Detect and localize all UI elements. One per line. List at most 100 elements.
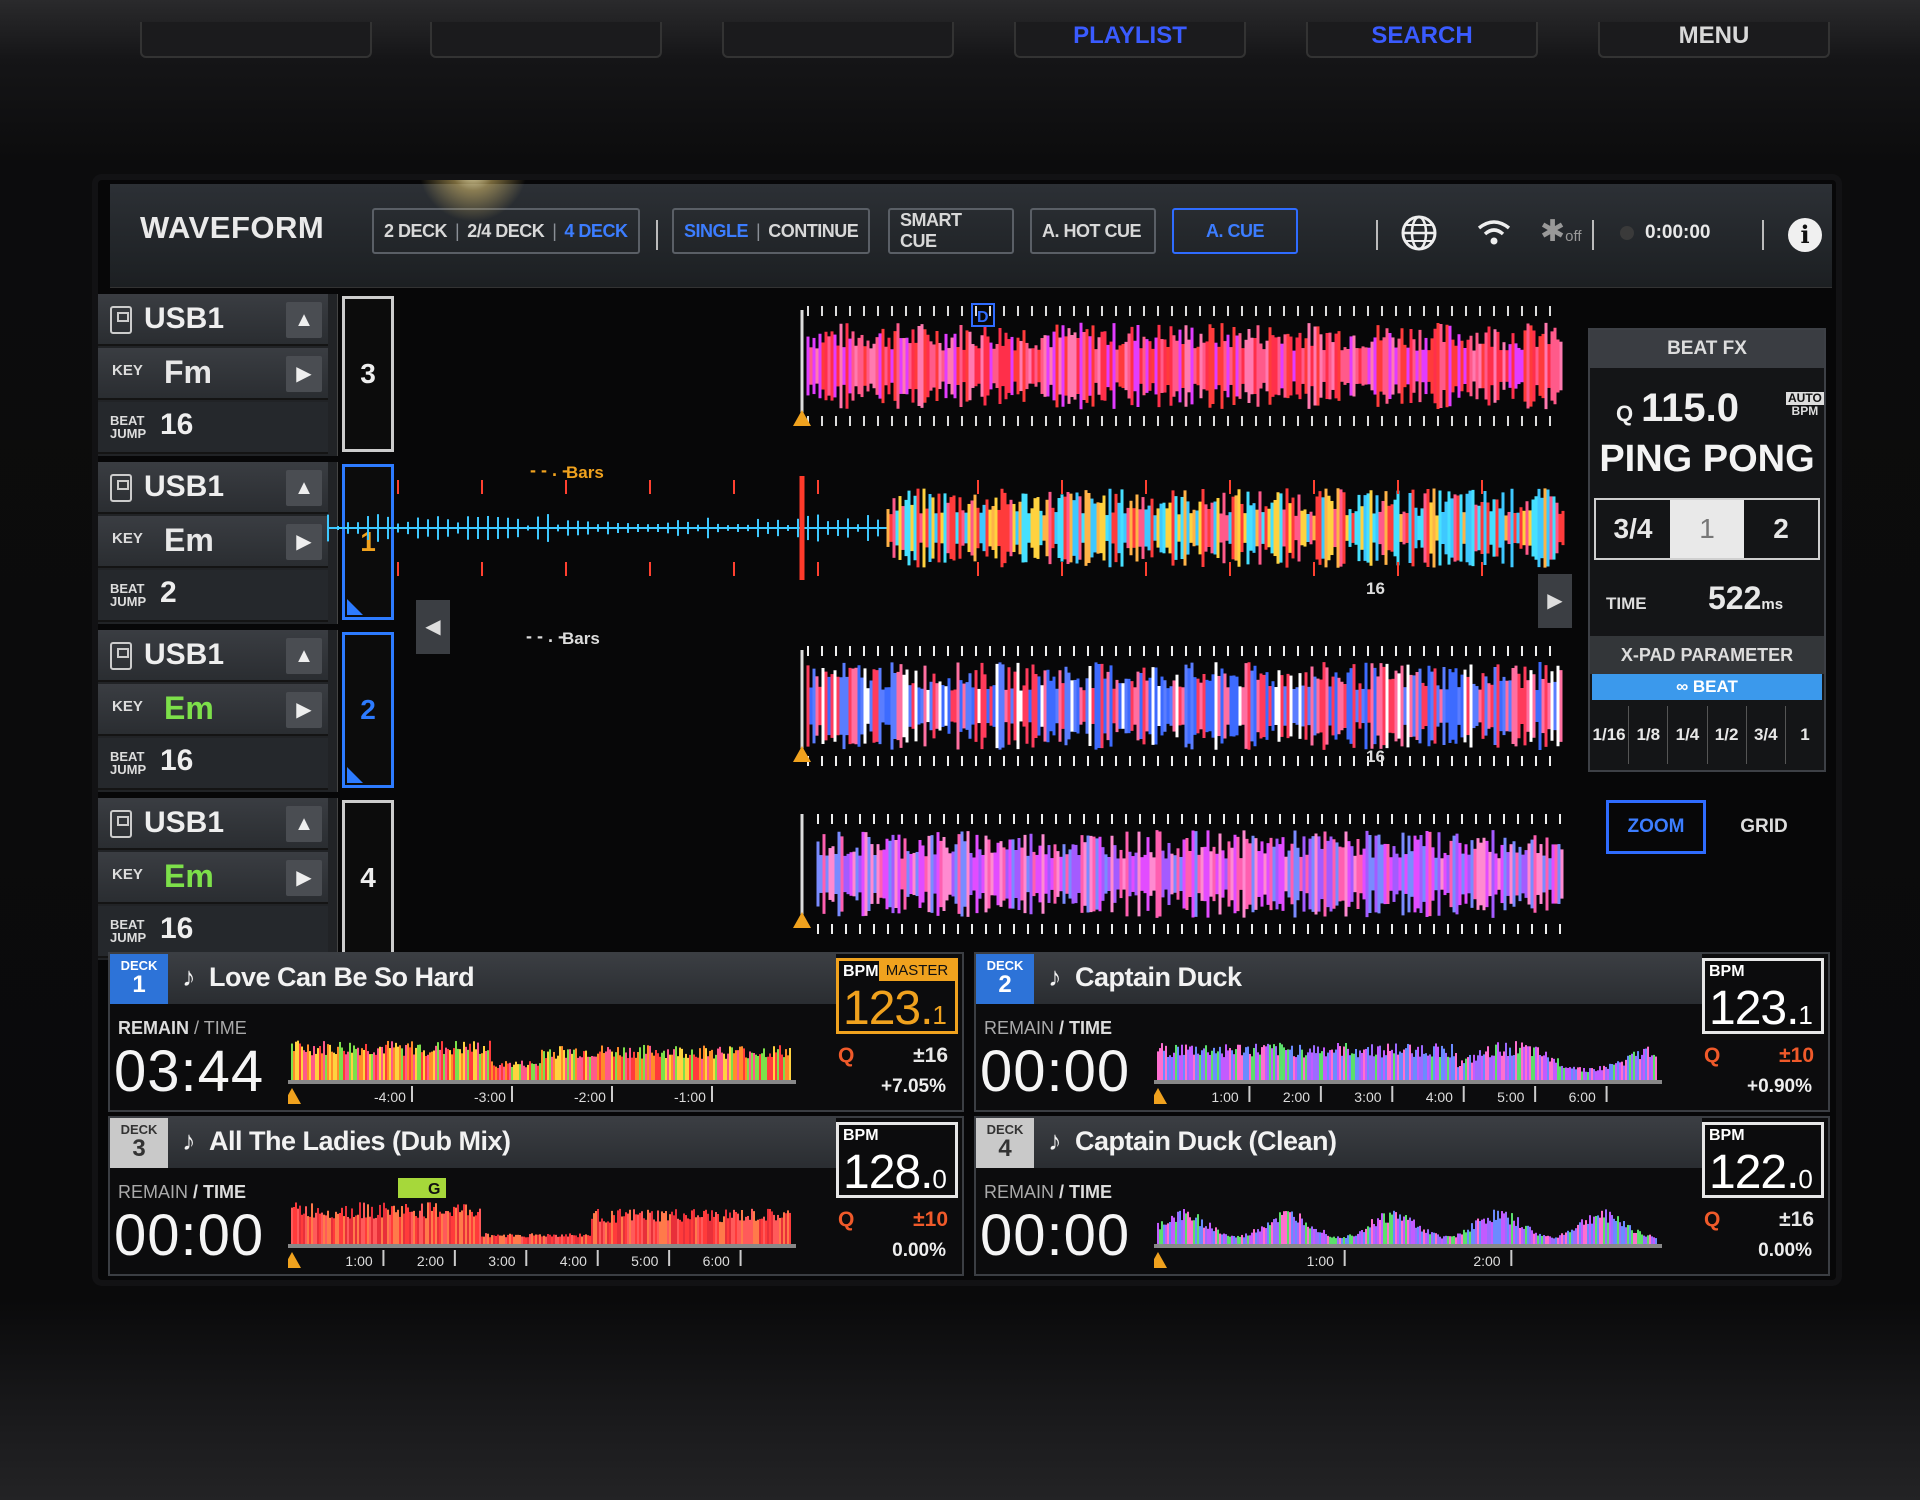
- xpad-quantize-row: 1/16 1/8 1/4 1/2 3/4 1: [1590, 706, 1824, 764]
- grid-button[interactable]: GRID: [1724, 800, 1804, 854]
- waveform-deck-3: [793, 306, 1563, 426]
- waveform-deck-2: [793, 646, 1563, 766]
- time-tick-label: 1:00: [1307, 1253, 1334, 1269]
- quantize-range: Q ±16: [838, 1044, 948, 1067]
- time-readout: 00:00: [980, 1203, 1131, 1268]
- fx-bpm: Q 115.0: [1616, 386, 1740, 430]
- time-tick-label: 6:00: [1569, 1089, 1596, 1105]
- xpad-3-4[interactable]: 3/4: [1747, 706, 1786, 764]
- time-tick-label: 3:00: [1354, 1089, 1381, 1105]
- time-tick-label: 3:00: [488, 1253, 515, 1269]
- time-tick-label: 2:00: [1283, 1089, 1310, 1105]
- quantize-range: Q ±16: [1704, 1208, 1814, 1231]
- bars-label-deck-1-text: Bars: [566, 463, 604, 482]
- bars-label-deck-2-text: Bars: [562, 629, 600, 648]
- time-readout: 00:00: [980, 1039, 1131, 1104]
- overview-waveform[interactable]: 1:00 2:00 3:00 4:00 5:00 6:00: [1154, 1008, 1694, 1108]
- deck-badge: DECK 4: [976, 1118, 1034, 1168]
- time-tick-label: -3:00: [474, 1089, 506, 1105]
- hardware-button-2[interactable]: [430, 22, 662, 58]
- hot-cue-letter: G: [428, 1181, 440, 1198]
- beat-fx-header: BEAT FX: [1590, 330, 1824, 368]
- time-tick-label: -4:00: [374, 1089, 406, 1105]
- cue-point-marker: [288, 1252, 301, 1268]
- overview-waveform[interactable]: -4:00 -3:00 -2:00 -1:00: [288, 1008, 828, 1108]
- zoom-button[interactable]: ZOOM: [1606, 800, 1706, 854]
- xpad-parameter-label: X-PAD PARAMETER: [1590, 636, 1824, 674]
- track-title: ♪ Captain Duck: [1048, 962, 1242, 992]
- deck-info-3[interactable]: DECK 3 ♪ All The Ladies (Dub Mix) REMAIN /…: [108, 1116, 964, 1276]
- quantize-range: Q ±10: [1704, 1044, 1814, 1067]
- time-tick-label: 1:00: [1211, 1089, 1238, 1105]
- master-badge: MASTER: [879, 961, 955, 981]
- time-tick-label: 4:00: [1426, 1089, 1453, 1105]
- deck-info-4[interactable]: DECK 4 ♪ Captain Duck (Clean) REMAIN / TIM…: [974, 1116, 1830, 1276]
- overview-waveform[interactable]: 1:00 2:00: [1154, 1172, 1694, 1272]
- playlist-button[interactable]: PLAYLIST: [1014, 22, 1246, 58]
- bpm-display: BPM 123.1: [1702, 958, 1824, 1035]
- deck-badge: DECK 3: [110, 1118, 168, 1168]
- time-tick-label: -1:00: [674, 1089, 706, 1105]
- time-readout: 00:00: [114, 1203, 265, 1268]
- pitch-percent: +7.05%: [881, 1076, 946, 1097]
- fx-name[interactable]: PING PONG: [1590, 438, 1824, 481]
- touch-screen: WAVEFORM 2 DECK | 2/4 DECK | 4 DECK SINGLE…: [98, 180, 1836, 1280]
- track-title: ♪ Love Can Be So Hard: [182, 962, 475, 992]
- time-tick-label: 2:00: [417, 1253, 444, 1269]
- time-tick-label: 5:00: [631, 1253, 658, 1269]
- music-note-icon: ♪: [182, 1126, 196, 1156]
- xpad-1-4[interactable]: 1/4: [1668, 706, 1708, 764]
- fx-time-label: TIME: [1606, 594, 1647, 613]
- bpm-display: BPM 128.0: [836, 1122, 958, 1199]
- fx-bpm-unit: AUTO BPM: [1786, 391, 1824, 418]
- beat-option-1[interactable]: 1: [1670, 500, 1744, 558]
- hardware-button-3[interactable]: [722, 22, 954, 58]
- cue-point-marker: [793, 912, 811, 928]
- menu-button[interactable]: MENU: [1598, 22, 1830, 58]
- remain-time-label: REMAIN / TIME: [118, 1182, 247, 1202]
- time-tick-label: 5:00: [1497, 1089, 1524, 1105]
- memory-cue-letter: D: [977, 309, 989, 326]
- bars-label-deck-1: - - . -: [530, 460, 568, 480]
- bars-label-deck-2: - - . -: [526, 626, 564, 646]
- beat-option-2[interactable]: 2: [1744, 500, 1818, 558]
- xpad-1[interactable]: 1: [1786, 706, 1824, 764]
- hardware-button-1[interactable]: [140, 22, 372, 58]
- music-note-icon: ♪: [1048, 962, 1062, 992]
- beat-fx-panel: BEAT FX Q 115.0 AUTO BPM PING PONG 3/4 1 2…: [1588, 328, 1826, 772]
- deck-info-1[interactable]: DECK 1 ♪ Love Can Be So Hard REMAIN / TIME…: [108, 952, 964, 1112]
- xpad-beat-mode[interactable]: ∞ BEAT: [1592, 674, 1822, 700]
- search-button[interactable]: SEARCH: [1306, 22, 1538, 58]
- pitch-percent: 0.00%: [1758, 1240, 1812, 1261]
- scroll-right-button[interactable]: ▶: [1538, 574, 1572, 628]
- scroll-left-button[interactable]: ◀: [416, 600, 450, 654]
- deck-badge: DECK 1: [110, 954, 168, 1004]
- beat-count-label: 16: [1366, 747, 1385, 766]
- pitch-percent: +0.90%: [1747, 1076, 1812, 1097]
- music-note-icon: ♪: [1048, 1126, 1062, 1156]
- track-title: ♪ Captain Duck (Clean): [1048, 1126, 1337, 1156]
- bpm-display: BPM MASTER 123.1: [836, 958, 958, 1035]
- time-tick-label: 1:00: [345, 1253, 372, 1269]
- xpad-1-2[interactable]: 1/2: [1708, 706, 1747, 764]
- track-title: ♪ All The Ladies (Dub Mix): [182, 1126, 511, 1156]
- overview-waveform[interactable]: 1:00 2:00 3:00 4:00 5:00 6:00 G: [288, 1172, 828, 1272]
- cue-point-marker: [1154, 1088, 1167, 1104]
- quantize-range: Q ±10: [838, 1208, 948, 1231]
- fx-time-value: 522ms: [1708, 580, 1784, 616]
- beat-option-3-4[interactable]: 3/4: [1596, 500, 1670, 558]
- xpad-1-16[interactable]: 1/16: [1590, 706, 1630, 764]
- waveform-deck-1: [327, 476, 1565, 580]
- time-tick-label: 4:00: [560, 1253, 587, 1269]
- deck-info-2[interactable]: DECK 2 ♪ Captain Duck REMAIN / TIME 00:00 …: [974, 952, 1830, 1112]
- waveform-deck-4: [793, 814, 1564, 934]
- remain-time-label: REMAIN / TIME: [118, 1018, 247, 1038]
- waveform-display[interactable]: - - . - Bars - - . - Bars 16 16 D: [98, 180, 1836, 1280]
- beat-count-label: 16: [1366, 579, 1385, 598]
- remain-time-label: REMAIN / TIME: [984, 1018, 1113, 1038]
- xpad-1-8[interactable]: 1/8: [1629, 706, 1669, 764]
- cue-point-marker: [793, 746, 811, 762]
- beat-selector[interactable]: 3/4 1 2: [1594, 498, 1820, 560]
- time-tick-label: 2:00: [1473, 1253, 1500, 1269]
- hardware-button-row: PLAYLIST SEARCH MENU: [0, 22, 1920, 62]
